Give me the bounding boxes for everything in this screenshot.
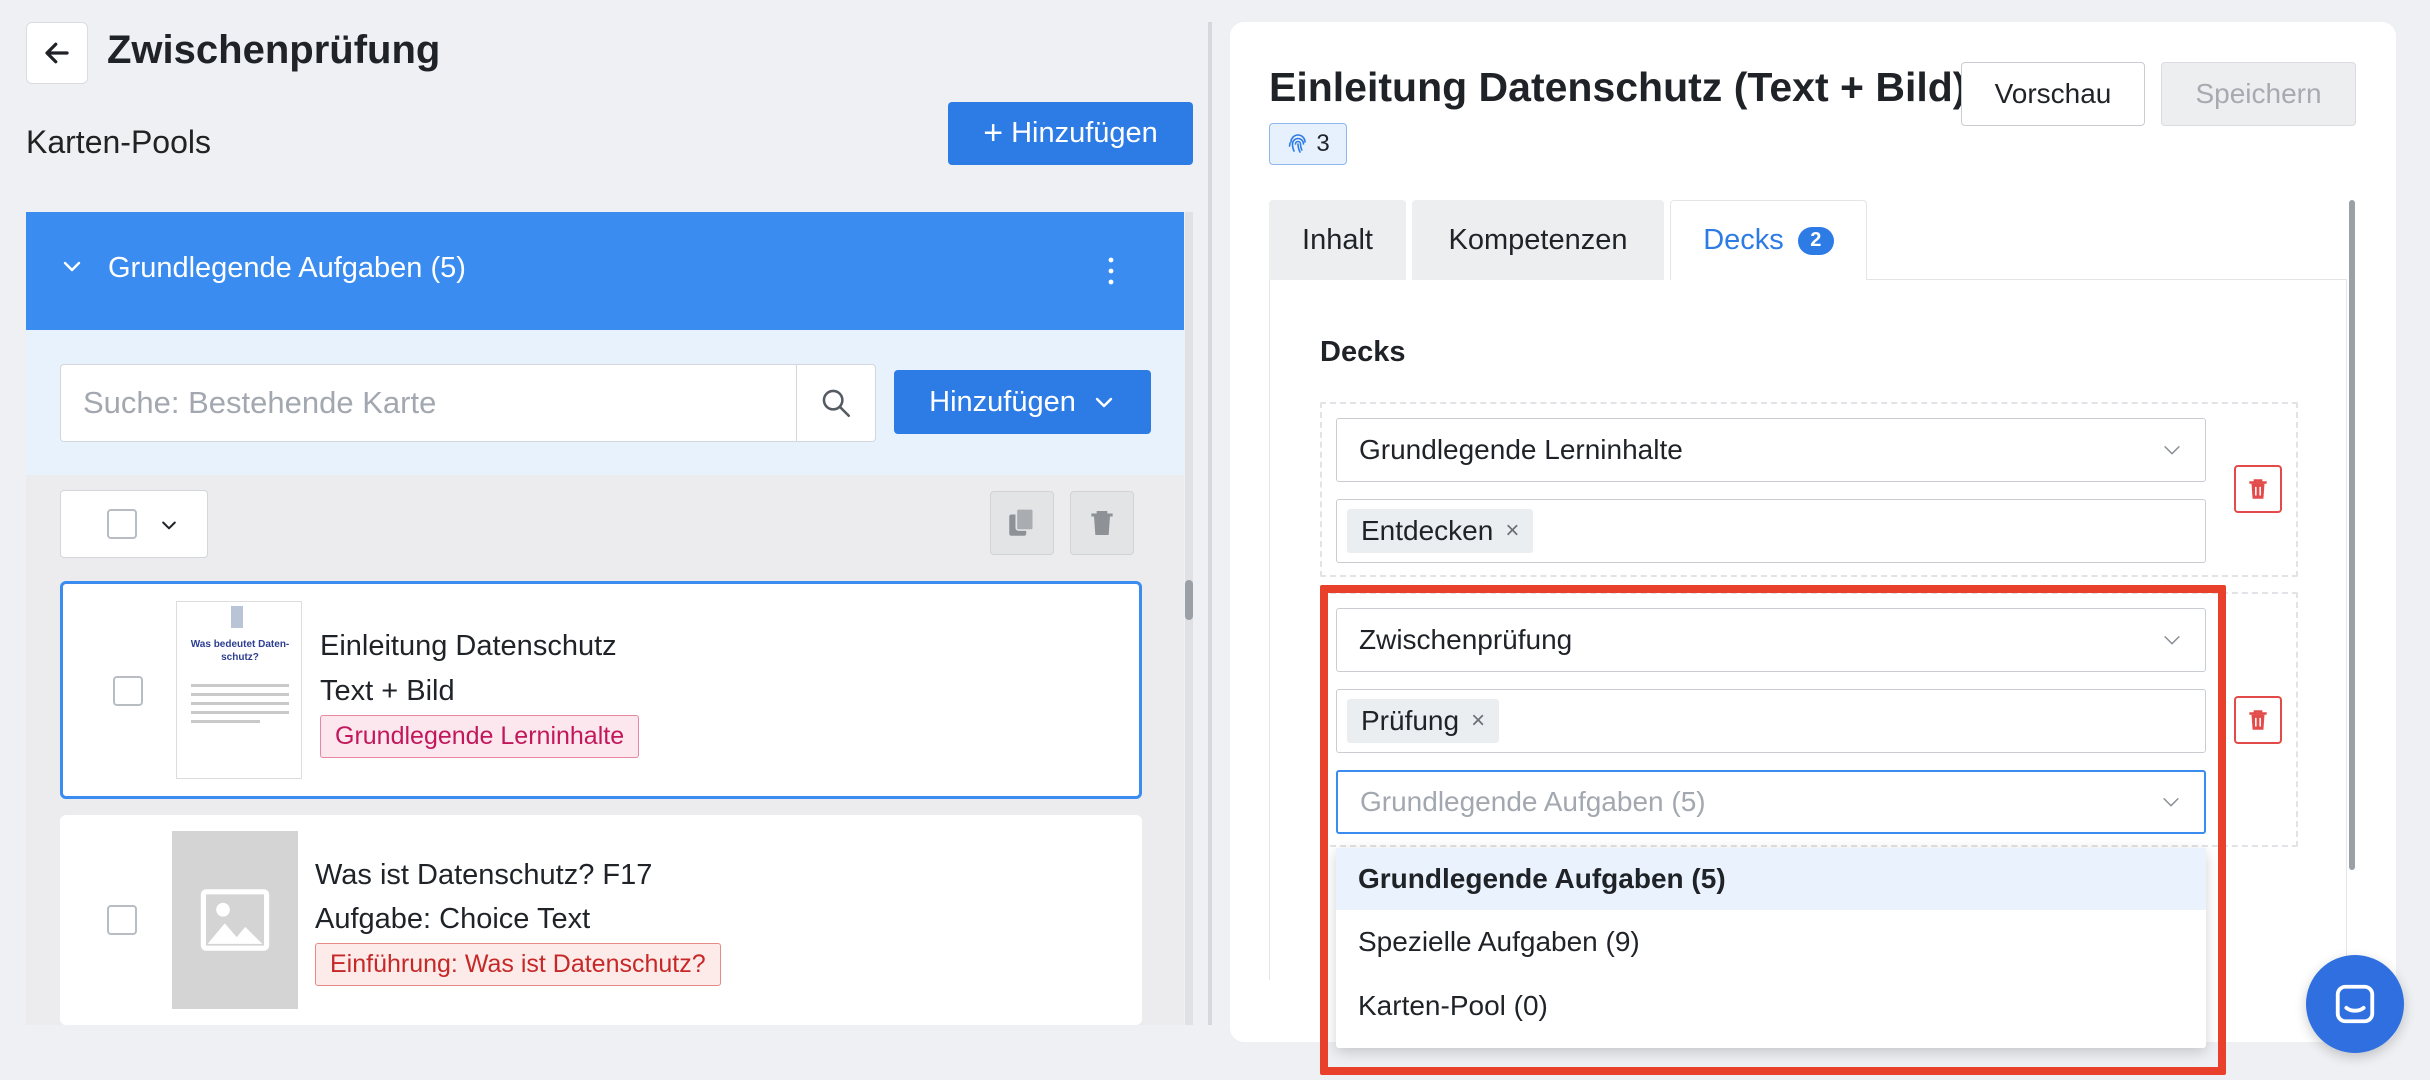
scrollbar-thumb[interactable] <box>1185 580 1193 620</box>
delete-deck-button[interactable] <box>2234 696 2282 744</box>
list-item[interactable]: Was ist Datenschutz? F17 Aufgabe: Choice… <box>60 815 1142 1025</box>
chevron-down-icon[interactable] <box>60 254 84 278</box>
panel-divider[interactable] <box>1208 22 1212 1025</box>
search-input[interactable]: Suche: Bestehende Karte <box>60 364 797 442</box>
chevron-down-icon[interactable] <box>159 515 179 535</box>
delete-button[interactable] <box>1070 491 1134 555</box>
add-pool-label: Hinzufügen <box>1011 117 1158 149</box>
fingerprint-badge: 3 <box>1269 123 1347 165</box>
select-all-checkbox[interactable] <box>107 509 137 539</box>
card-tag: Einführung: Was ist Datenschutz? <box>315 943 721 986</box>
highlight-box <box>1320 585 2226 1075</box>
card-checkbox[interactable] <box>107 905 137 935</box>
tag-chip-label: Entdecken <box>1361 515 1494 546</box>
chevron-down-icon <box>1095 397 1113 408</box>
save-button[interactable]: Speichern <box>2161 62 2356 126</box>
tab-decks[interactable]: Decks 2 <box>1670 200 1867 280</box>
copy-icon <box>1009 507 1035 536</box>
editor-title: Einleitung Datenschutz (Text + Bild) <box>1269 64 1967 110</box>
add-card-button[interactable]: Hinzufügen <box>894 370 1151 434</box>
preview-button[interactable]: Vorschau <box>1961 62 2145 126</box>
deck-select[interactable]: Grundlegende Lerninhalte <box>1336 418 2206 482</box>
copy-button[interactable] <box>990 491 1054 555</box>
chevron-down-icon <box>2164 445 2180 455</box>
add-card-label: Hinzufügen <box>929 385 1076 418</box>
list-item[interactable]: Was bedeutet Daten-schutz? Einleitung Da… <box>60 581 1142 799</box>
thumbnail-title: Was bedeutet Daten-schutz? <box>190 639 290 663</box>
card-type: Aufgabe: Choice Text <box>315 903 591 935</box>
tab-label: Kompetenzen <box>1448 223 1628 256</box>
close-icon[interactable]: × <box>1505 517 1519 545</box>
page-title: Zwischenprüfung <box>107 28 441 72</box>
tab-kompetenzen[interactable]: Kompetenzen <box>1412 200 1664 280</box>
tab-label: Decks <box>1703 224 1784 256</box>
tag-chip: Entdecken × <box>1347 509 1534 553</box>
delete-deck-button[interactable] <box>2234 465 2282 513</box>
card-type: Text + Bild <box>320 675 455 707</box>
chat-icon <box>2335 984 2375 1024</box>
arrow-left-icon <box>45 42 69 64</box>
trash-icon <box>2249 479 2267 499</box>
trash-icon <box>1091 511 1113 535</box>
select-all-dropdown[interactable] <box>60 490 208 558</box>
fingerprint-count: 3 <box>1316 130 1330 157</box>
fingerprint-icon <box>1289 134 1307 153</box>
trash-icon <box>2249 710 2267 730</box>
plus-icon: + <box>983 114 1004 152</box>
card-checkbox[interactable] <box>113 676 143 706</box>
pool-name: Grundlegende Aufgaben (5) <box>108 252 466 284</box>
scrollbar-thumb[interactable] <box>2349 200 2355 870</box>
tab-label: Inhalt <box>1302 223 1373 256</box>
card-tag: Grundlegende Lerninhalte <box>320 715 640 758</box>
tab-inhalt[interactable]: Inhalt <box>1269 200 1406 280</box>
search-icon <box>822 389 851 418</box>
pools-heading: Karten-Pools <box>26 124 211 160</box>
more-vertical-icon[interactable] <box>1106 256 1116 286</box>
deck-tags-input[interactable]: Entdecken × <box>1336 499 2206 563</box>
search-button[interactable] <box>796 364 876 442</box>
card-thumbnail: Was bedeutet Daten-schutz? <box>176 601 302 779</box>
card-title: Einleitung Datenschutz <box>320 630 617 662</box>
decks-heading: Decks <box>1320 336 1406 368</box>
card-title: Was ist Datenschutz? F17 <box>315 859 653 891</box>
image-placeholder-icon <box>172 831 298 1009</box>
chat-launcher-button[interactable] <box>2306 955 2404 1053</box>
pool-header[interactable]: Grundlegende Aufgaben (5) <box>26 212 1184 330</box>
tab-count-badge: 2 <box>1797 226 1834 255</box>
add-pool-button[interactable]: + Hinzufügen <box>948 102 1193 165</box>
deck-select-value: Grundlegende Lerninhalte <box>1359 434 1683 465</box>
back-button[interactable] <box>26 22 88 84</box>
